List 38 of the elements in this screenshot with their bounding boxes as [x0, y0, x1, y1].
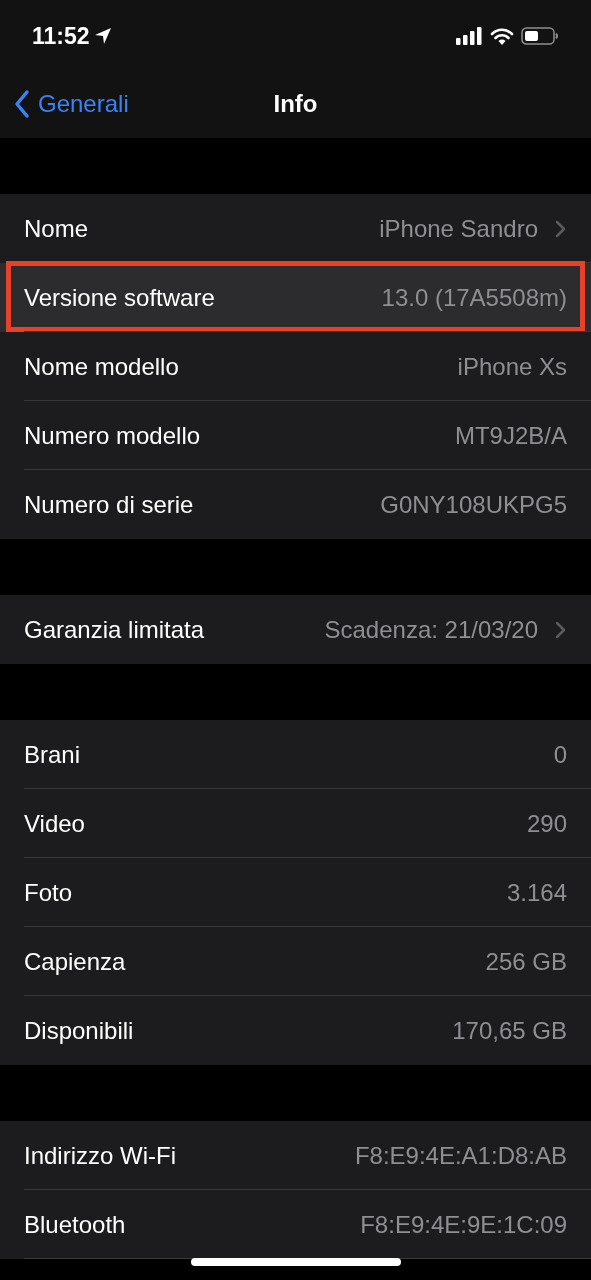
row-label: Video	[24, 808, 85, 839]
wifi-icon	[490, 27, 514, 45]
row-value: 3.164	[506, 877, 567, 908]
back-chevron-icon	[14, 89, 30, 119]
row-label: Disponibili	[24, 1015, 134, 1046]
row-label: Nome	[24, 213, 89, 244]
row-value: iPhone Sandro	[379, 213, 538, 244]
row-value: iPhone Xs	[457, 351, 567, 382]
location-arrow-icon	[93, 27, 112, 45]
row-label: Bluetooth	[24, 1209, 126, 1240]
row-value: G0NY108UKPG5	[380, 489, 567, 520]
row-label: Foto	[24, 877, 73, 908]
row-label: Versione software	[24, 282, 215, 313]
row-label: Garanzia limitata	[24, 614, 205, 645]
chevron-icon	[555, 219, 566, 238]
row-value: Scadenza: 21/03/20	[324, 614, 538, 645]
row-value: 170,65 GB	[452, 1015, 567, 1046]
row-label: Capienza	[24, 946, 126, 977]
battery-icon	[521, 27, 559, 45]
chevron-icon	[555, 620, 566, 639]
row-label: Numero di serie	[24, 489, 194, 520]
row-label: Indirizzo Wi-Fi	[24, 1140, 176, 1171]
row-label: Brani	[24, 739, 81, 770]
row-value: 290	[526, 808, 567, 839]
row-value: F8:E9:4E:9E:1C:09	[360, 1209, 567, 1240]
row-value: 0	[553, 739, 567, 770]
back-button[interactable]: Generali	[0, 86, 129, 122]
signal-icon	[456, 27, 483, 45]
row-value: F8:E9:4E:A1:D8:AB	[354, 1140, 567, 1171]
row-label: Numero modello	[24, 420, 201, 451]
settings-row[interactable]: Garanzia limitata Scadenza: 21/03/20	[0, 595, 591, 664]
row-value: MT9J2B/A	[454, 420, 567, 451]
row-value: 256 GB	[485, 946, 567, 977]
status-time: 11:52	[32, 21, 90, 51]
row-value: 13.0 (17A5508m)	[381, 282, 567, 313]
settings-row[interactable]: Nome iPhone Sandro	[0, 194, 591, 263]
screen-title: Info	[273, 89, 318, 119]
row-label: Nome modello	[24, 351, 179, 382]
